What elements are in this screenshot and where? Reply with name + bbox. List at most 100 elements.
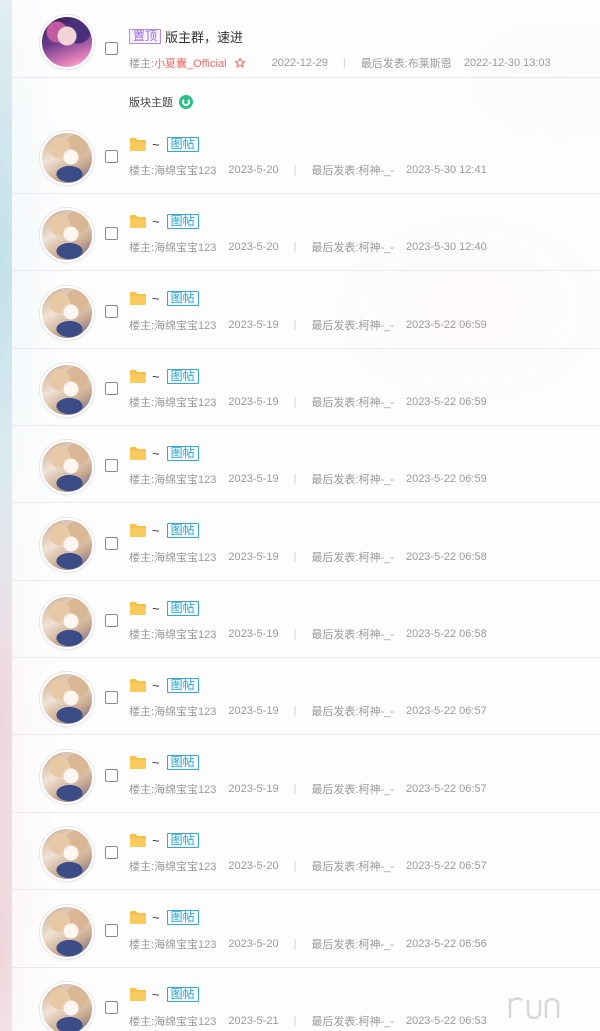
thread-select-checkbox[interactable] [105,614,118,628]
author-label: 楼主: [129,938,155,951]
author-link[interactable]: 海绵宝宝123 [154,239,216,255]
author-link[interactable]: 海绵宝宝123 [154,471,216,487]
thread-row[interactable]: ~ 图帖 楼主: 海绵宝宝123 2023-5-20 | 最后发表: 柯神-_-… [12,812,600,891]
avatar[interactable] [40,15,94,69]
thread-row[interactable]: ~ 图帖 楼主: 海绵宝宝123 2023-5-20 | 最后发表: 柯神-_-… [12,193,600,272]
thread-select-checkbox[interactable] [105,382,118,396]
meta-divider: | [293,937,297,950]
last-post-user-link[interactable]: 柯神-_- [359,1013,394,1029]
author-label: 楼主: [129,319,155,332]
thread-title-link[interactable]: ~ [152,446,160,461]
last-post-user-link[interactable]: 柯神-_- [359,394,394,410]
author-link[interactable]: 海绵宝宝123 [154,781,216,797]
avatar[interactable] [40,981,94,1031]
thread-row[interactable]: ~ 图帖 楼主: 海绵宝宝123 2023-5-19 | 最后发表: 柯神-_-… [12,271,600,349]
thread-title-line: ~ 图帖 [129,831,199,849]
author-link[interactable]: 海绵宝宝123 [154,549,216,565]
thread-title-link[interactable]: 版主群，速进 [165,27,243,46]
thread-title-link[interactable]: ~ [152,601,160,616]
thread-title-link[interactable]: ~ [152,523,160,538]
last-post-user-link[interactable]: 柯神-_- [359,703,394,719]
author-label: 楼主: [129,629,155,642]
last-post-user-link[interactable]: 柯神-_- [359,626,394,642]
avatar[interactable] [40,672,94,727]
avatar[interactable] [40,363,94,418]
thread-select-checkbox[interactable] [105,536,118,550]
last-post-user-link[interactable]: 柯神-_- [359,858,394,874]
last-post-label: 最后发表: [311,242,359,255]
last-post-user-link[interactable]: 柯神-_- [359,936,394,952]
thread-title-link[interactable]: ~ [152,833,160,848]
picture-tag: 图帖 [166,755,199,771]
thread-select-checkbox[interactable] [105,1000,118,1014]
pinned-thread-row[interactable]: 置顶 版主群，速进 楼主: 小夏囊_Official 2022-12-29 | … [12,0,600,78]
last-post-user-link[interactable]: 布莱斯恩 [408,55,452,71]
thread-row[interactable]: ~ 图帖 楼主: 海绵宝宝123 2023-5-20 | 最后发表: 柯神-_-… [12,116,600,194]
refresh-icon[interactable] [179,95,193,109]
thread-select-checkbox[interactable] [105,227,118,241]
thread-select-checkbox[interactable] [105,923,118,937]
author-link[interactable]: 海绵宝宝123 [154,703,216,719]
author-label: 楼主: [129,242,155,255]
thread-select-checkbox[interactable] [105,846,118,860]
author-link[interactable]: 海绵宝宝123 [154,162,216,178]
thread-row[interactable]: ~ 图帖 楼主: 海绵宝宝123 2023-5-19 | 最后发表: 柯神-_-… [12,503,600,581]
thread-row[interactable]: ~ 图帖 楼主: 海绵宝宝123 2023-5-20 | 最后发表: 柯神-_-… [12,890,600,968]
thread-select-checkbox[interactable] [105,691,118,705]
author-link[interactable]: 海绵宝宝123 [154,1013,216,1029]
last-post-user-link[interactable]: 柯神-_- [359,549,394,565]
last-post-time: 2023-5-22 06:59 [405,318,487,331]
thread-title-link[interactable]: ~ [152,291,160,306]
avatar[interactable] [40,595,94,650]
avatar[interactable] [40,904,94,959]
avatar[interactable] [40,131,94,185]
thread-title-link[interactable]: ~ [152,987,160,1002]
thread-meta: 楼主: 海绵宝宝123 2023-5-20 | 最后发表: 柯神-_- 2023… [129,858,487,874]
author-link[interactable]: 小夏囊_Official [154,55,227,71]
last-post-label: 最后发表: [311,861,359,874]
last-post-label: 最后发表: [311,474,359,487]
thread-select-checkbox[interactable] [105,304,118,318]
thread-title-link[interactable]: ~ [152,214,160,229]
last-post-time: 2023-5-22 06:57 [405,782,487,795]
thread-title-link[interactable]: ~ [152,755,160,770]
author-link[interactable]: 海绵宝宝123 [154,858,216,874]
thread-row[interactable]: ~ 图帖 楼主: 海绵宝宝123 2023-5-19 | 最后发表: 柯神-_-… [12,735,600,813]
thread-select-checkbox[interactable] [105,42,118,55]
thread-date: 2023-5-20 [228,164,279,176]
thread-row[interactable]: ~ 图帖 楼主: 海绵宝宝123 2023-5-19 | 最后发表: 柯神-_-… [12,348,600,427]
last-post-label: 最后发表: [311,629,359,642]
author-link[interactable]: 海绵宝宝123 [154,936,216,952]
last-post-user-link[interactable]: 柯神-_- [359,317,394,333]
thread-title-link[interactable]: ~ [152,137,160,152]
folder-icon [130,292,146,306]
last-post-time: 2022-12-30 13:03 [463,57,551,69]
avatar[interactable] [40,440,94,495]
thread-row[interactable]: ~ 图帖 楼主: 海绵宝宝123 2023-5-19 | 最后发表: 柯神-_-… [12,657,600,736]
last-post-label: 最后发表: [311,551,359,564]
pinned-tag: 置顶 [129,28,162,44]
avatar[interactable] [40,208,94,263]
thread-select-checkbox[interactable] [105,150,118,163]
author-link[interactable]: 海绵宝宝123 [154,626,216,642]
thread-select-checkbox[interactable] [105,768,118,782]
avatar[interactable] [40,517,94,572]
thread-title-link[interactable]: ~ [152,369,160,384]
thread-title-link[interactable]: ~ [152,910,160,925]
author-label: 楼主: [129,706,155,719]
picture-tag: 图帖 [166,910,199,925]
last-post-user-link[interactable]: 柯神-_- [359,471,394,487]
last-post-user-link[interactable]: 柯神-_- [359,239,394,255]
avatar[interactable] [40,827,94,882]
thread-select-checkbox[interactable] [105,459,118,473]
thread-title-link[interactable]: ~ [152,678,160,693]
last-post-time: 2023-5-22 06:58 [405,550,487,563]
thread-row[interactable]: ~ 图帖 楼主: 海绵宝宝123 2023-5-19 | 最后发表: 柯神-_-… [12,580,600,659]
author-link[interactable]: 海绵宝宝123 [154,317,216,333]
avatar[interactable] [40,285,94,340]
thread-row[interactable]: ~ 图帖 楼主: 海绵宝宝123 2023-5-19 | 最后发表: 柯神-_-… [12,425,600,504]
avatar[interactable] [40,749,94,804]
author-link[interactable]: 海绵宝宝123 [154,394,216,410]
last-post-user-link[interactable]: 柯神-_- [359,162,394,178]
last-post-user-link[interactable]: 柯神-_- [359,781,394,797]
